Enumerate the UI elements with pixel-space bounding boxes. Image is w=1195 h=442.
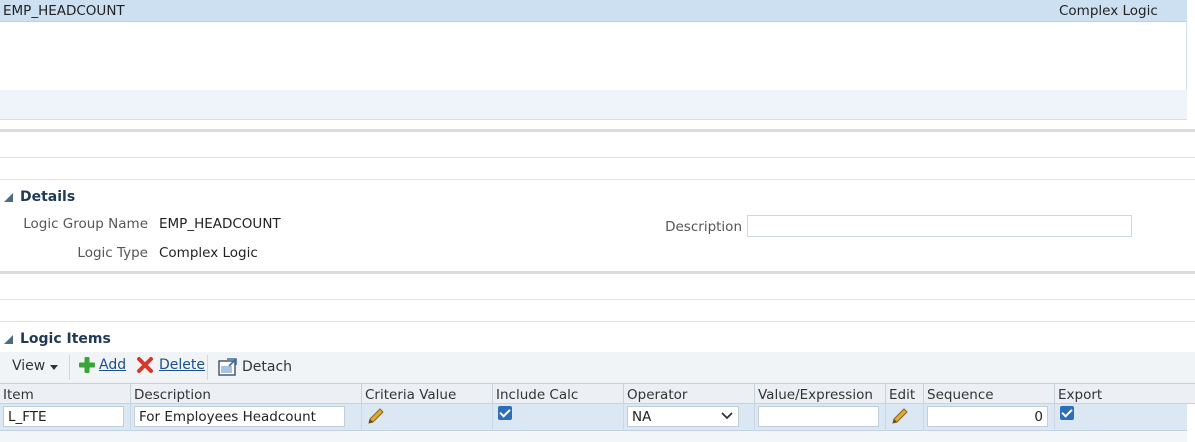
- divider: [0, 129, 1195, 132]
- divider: [0, 179, 1195, 180]
- table-row[interactable]: L_FTE For Employees Headcount NA 0: [0, 404, 1187, 431]
- column-header-description[interactable]: Description: [134, 387, 211, 403]
- divider: [0, 321, 1195, 322]
- logic-items-title: Logic Items: [20, 331, 111, 347]
- column-header-item[interactable]: Item: [3, 387, 34, 403]
- cell-divider: [754, 404, 755, 431]
- cell-divider: [623, 404, 624, 431]
- table-empty-area: [0, 431, 1187, 442]
- logic-type-label: Logic Type: [77, 245, 148, 261]
- cell-divider: [923, 404, 924, 431]
- column-header-export[interactable]: Export: [1058, 387, 1102, 403]
- column-divider: [492, 384, 493, 404]
- add-label: Add: [99, 357, 127, 373]
- toolbar-separator: [69, 355, 70, 380]
- list-row-selected[interactable]: EMP_HEADCOUNT Complex Logic: [0, 0, 1187, 22]
- operator-value: NA: [632, 409, 652, 425]
- column-divider: [1054, 384, 1055, 404]
- divider: [0, 299, 1195, 300]
- column-header-value-expression[interactable]: Value/Expression: [758, 387, 873, 403]
- divider: [0, 157, 1195, 158]
- sequence-input[interactable]: 0: [927, 406, 1048, 427]
- logic-group-name-label: Logic Group Name: [23, 216, 148, 232]
- cell-divider: [492, 404, 493, 431]
- column-header-operator[interactable]: Operator: [627, 387, 687, 403]
- list-row-name: EMP_HEADCOUNT: [3, 3, 125, 19]
- item-input[interactable]: L_FTE: [3, 406, 124, 427]
- column-header-sequence[interactable]: Sequence: [927, 387, 994, 403]
- description-label: Description: [665, 219, 742, 235]
- toolbar-separator: [207, 355, 208, 380]
- description-input[interactable]: For Employees Headcount: [134, 406, 345, 427]
- detach-button[interactable]: Detach: [218, 357, 292, 376]
- delete-icon: [137, 357, 153, 373]
- column-divider: [623, 384, 624, 404]
- column-divider: [361, 384, 362, 404]
- list-row-empty: [0, 90, 1187, 119]
- column-divider: [885, 384, 886, 404]
- cell-divider: [885, 404, 886, 431]
- delete-button[interactable]: Delete: [136, 356, 205, 374]
- pencil-icon[interactable]: [889, 407, 909, 427]
- operator-select[interactable]: NA: [627, 406, 739, 427]
- pencil-icon[interactable]: [365, 407, 385, 427]
- details-section-header[interactable]: Details: [4, 189, 75, 205]
- add-icon: [79, 357, 95, 373]
- column-header-criteria-value[interactable]: Criteria Value: [365, 387, 456, 403]
- column-header-edit[interactable]: Edit: [889, 387, 915, 403]
- export-checkbox[interactable]: [1060, 406, 1074, 420]
- column-divider: [130, 384, 131, 404]
- detach-icon: [218, 358, 237, 376]
- logic-items-section-header[interactable]: Logic Items: [4, 331, 111, 347]
- description-field[interactable]: [747, 215, 1132, 237]
- cell-divider: [1054, 404, 1055, 431]
- collapse-triangle-icon[interactable]: [4, 192, 13, 202]
- chevron-down-icon: [721, 412, 733, 420]
- chevron-down-icon: [50, 365, 59, 370]
- logic-group-list: EMP_HEADCOUNT Complex Logic: [0, 0, 1187, 120]
- collapse-triangle-icon[interactable]: [4, 334, 13, 344]
- include-calc-checkbox[interactable]: [498, 406, 512, 420]
- logic-type-value: Complex Logic: [159, 245, 258, 261]
- view-menu-button[interactable]: View: [12, 358, 59, 374]
- divider: [0, 271, 1195, 274]
- cell-divider: [130, 404, 131, 431]
- add-button[interactable]: Add: [78, 356, 126, 374]
- list-row-type: Complex Logic: [1059, 3, 1158, 19]
- value-expression-input[interactable]: [758, 406, 879, 427]
- column-divider: [923, 384, 924, 404]
- logic-items-toolbar: View Add Delete Detach: [0, 352, 1195, 383]
- column-divider: [754, 384, 755, 404]
- details-title: Details: [20, 189, 76, 205]
- view-label: View: [12, 358, 46, 374]
- cell-divider: [361, 404, 362, 431]
- column-header-include-calc[interactable]: Include Calc: [496, 387, 578, 403]
- delete-label: Delete: [159, 357, 205, 373]
- logic-group-name-value: EMP_HEADCOUNT: [159, 216, 281, 232]
- logic-items-table-header: Item Description Criteria Value Include …: [0, 383, 1195, 404]
- detach-label: Detach: [242, 358, 293, 375]
